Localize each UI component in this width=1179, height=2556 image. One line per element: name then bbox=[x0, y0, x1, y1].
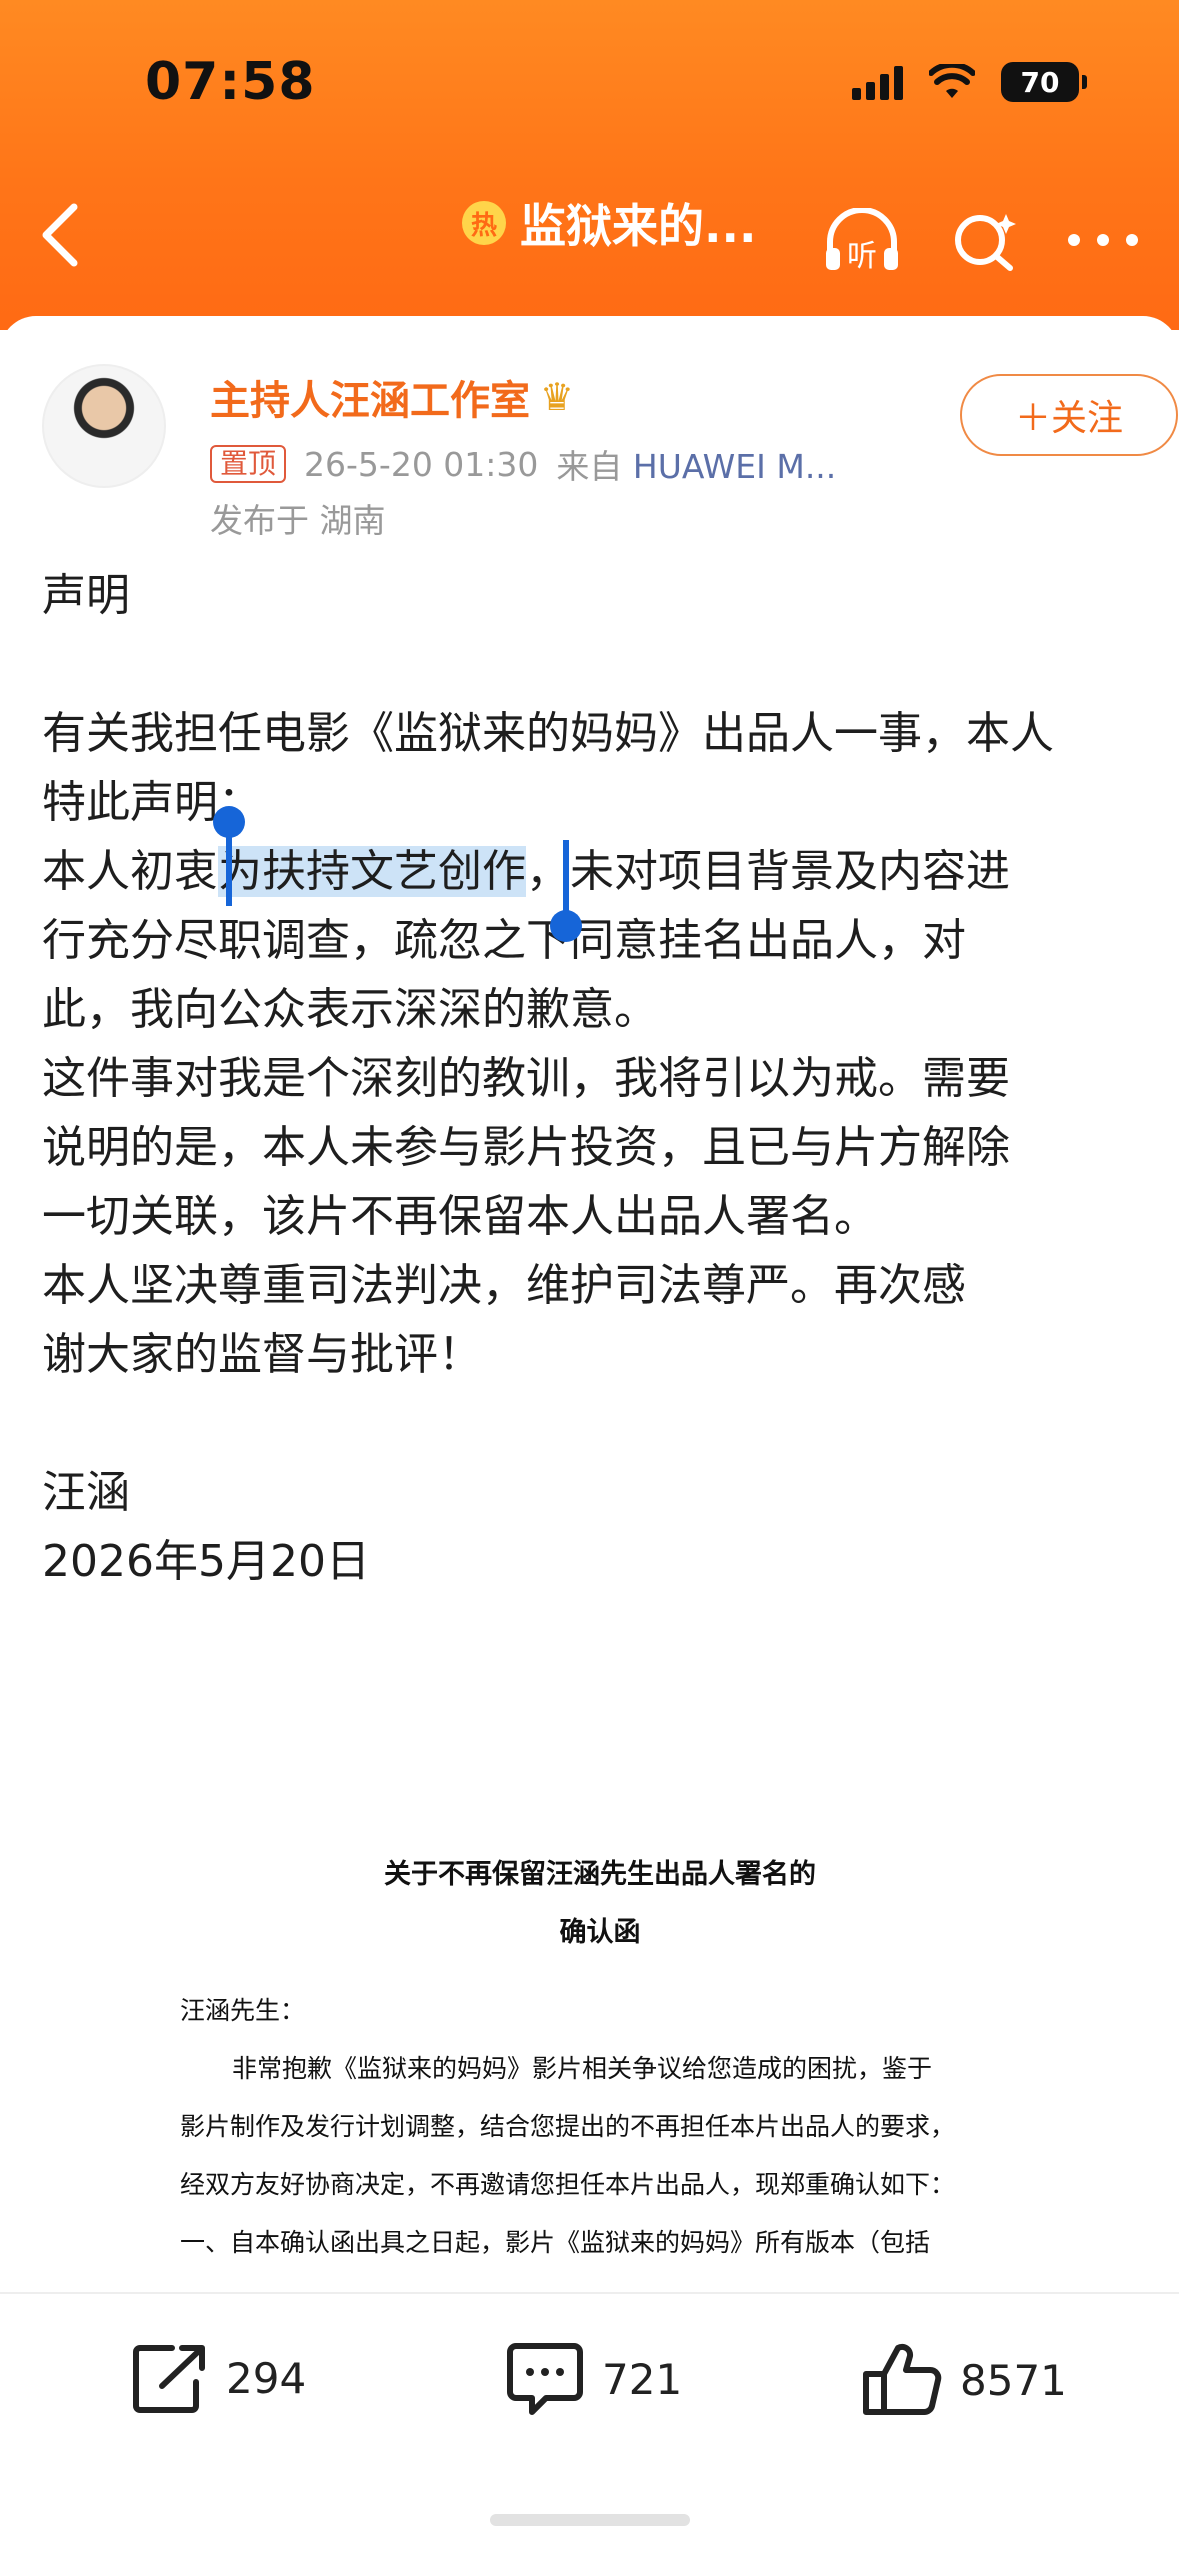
listen-label: 听 bbox=[847, 239, 877, 274]
more-button[interactable] bbox=[1068, 230, 1138, 250]
post-line: 本人初衷为扶持文艺创作，未对项目背景及内容进 bbox=[42, 837, 1142, 906]
like-count: 8571 bbox=[960, 2355, 1067, 2405]
app-header: 07:58 70 热 监狱来的... 听 bbox=[0, 0, 1179, 330]
like-button[interactable]: 8571 bbox=[862, 2342, 1067, 2418]
source-prefix: 来自 bbox=[556, 447, 623, 486]
post-text-segment: 本人初衷 bbox=[42, 846, 218, 897]
post-body[interactable]: 声明 有关我担任电影《监狱来的妈妈》出品人一事，本人 特此声明： 本人初衷为扶持… bbox=[42, 561, 1142, 1596]
more-dot-icon bbox=[1068, 234, 1080, 246]
post-line: 行充分尽职调查，疏忽之下同意挂名出品人，对 bbox=[42, 915, 966, 966]
post-line bbox=[42, 1389, 1142, 1458]
post-line: 谢大家的监督与批评！ bbox=[42, 1329, 482, 1380]
post-line: 这件事对我是个深刻的教训，我将引以为戒。需要 bbox=[42, 1053, 1010, 1104]
home-indicator[interactable] bbox=[490, 2514, 690, 2526]
status-indicators: 70 bbox=[852, 62, 1087, 102]
post-line: 声明 bbox=[42, 570, 130, 621]
post-line: 一切关联，该片不再保留本人出品人署名。 bbox=[42, 1191, 878, 1242]
comment-count: 721 bbox=[602, 2354, 683, 2404]
search-button[interactable] bbox=[950, 208, 1020, 274]
letter-body: 汪涵先生： 非常抱歉《监狱来的妈妈》影片相关争议给您造成的困扰，鉴于 影片制作及… bbox=[180, 1982, 1020, 2272]
share-count: 294 bbox=[226, 2353, 307, 2403]
follow-button[interactable]: ＋关注 bbox=[960, 374, 1178, 456]
selection-end-handle[interactable] bbox=[550, 840, 582, 942]
listen-button[interactable]: 听 bbox=[822, 207, 902, 274]
source-device[interactable]: HUAWEI M... bbox=[633, 447, 836, 486]
post-location: 发布于 湖南 bbox=[210, 501, 386, 540]
page-title: 监狱来的... bbox=[520, 199, 757, 253]
post-line: 此，我向公众表示深深的歉意。 bbox=[42, 984, 658, 1035]
hot-topic-icon: 热 bbox=[462, 201, 506, 245]
post-line: 说明的是，本人未参与影片投资，且已与片方解除 bbox=[42, 1122, 1010, 1173]
letter-subtitle: 确认函 bbox=[559, 1917, 641, 1948]
post-line: 特此声明： bbox=[42, 777, 262, 828]
headphones-icon: 听 bbox=[826, 207, 898, 274]
letter-line: 一、自本确认函出具之日起，影片《监狱来的妈妈》所有版本（包括 bbox=[180, 2228, 931, 2257]
post-line: 汪涵 bbox=[42, 1467, 130, 1518]
thumbs-up-icon bbox=[863, 2343, 942, 2415]
share-icon bbox=[133, 2345, 205, 2413]
post-line: 有关我担任电影《监狱来的妈妈》出品人一事，本人 bbox=[42, 708, 1054, 759]
post-line: 本人坚决尊重司法判决，维护司法尊严。再次感 bbox=[42, 1260, 966, 1311]
post-timestamp: 26-5-20 01:30 bbox=[304, 444, 539, 484]
letter-greeting: 汪涵先生： bbox=[180, 1996, 306, 2025]
share-button[interactable]: 294 bbox=[132, 2342, 306, 2414]
avatar[interactable] bbox=[42, 364, 166, 488]
search-icon bbox=[955, 214, 1016, 271]
bottom-action-bar: 294 721 8571 bbox=[0, 2292, 1179, 2556]
selection-start-handle[interactable] bbox=[213, 806, 245, 906]
letter-line: 影片制作及发行计划调整，结合您提出的不再担任本片出品人的要求， bbox=[180, 2112, 956, 2141]
more-dot-icon bbox=[1097, 234, 1109, 246]
post-line: 2026年5月20日 bbox=[42, 1536, 370, 1587]
selected-text[interactable]: 为扶持文艺创作 bbox=[218, 846, 526, 897]
letter-line: 经双方友好协商决定，不再邀请您担任本片出品人，现郑重确认如下： bbox=[180, 2170, 956, 2199]
post-line bbox=[42, 630, 1142, 699]
back-button[interactable] bbox=[30, 200, 90, 270]
comment-button[interactable]: 721 bbox=[506, 2342, 682, 2416]
battery-icon: 70 bbox=[1001, 62, 1087, 102]
cellular-signal-icon bbox=[852, 64, 903, 100]
chevron-left-icon bbox=[42, 203, 78, 267]
nav-title-group: 热 监狱来的... bbox=[462, 190, 756, 256]
author-name[interactable]: 主持人汪涵工作室 ♛ bbox=[210, 368, 574, 426]
letter-line: 非常抱歉《监狱来的妈妈》影片相关争议给您造成的困扰，鉴于 bbox=[232, 2054, 933, 2083]
attached-letter-image[interactable]: 关于不再保留汪涵先生出品人署名的 确认函 汪涵先生： 非常抱歉《监狱来的妈妈》影… bbox=[180, 1846, 1020, 2272]
status-time: 07:58 bbox=[145, 52, 316, 112]
post-card: 主持人汪涵工作室 ♛ 置顶 26-5-20 01:30 来自 HUAWEI M.… bbox=[0, 316, 1179, 2286]
post-text-segment: ，未对项目背景及内容进 bbox=[526, 846, 1010, 897]
wifi-icon bbox=[929, 64, 975, 98]
author-label: 主持人汪涵工作室 bbox=[210, 378, 530, 424]
pinned-badge: 置顶 bbox=[210, 445, 287, 483]
comment-icon bbox=[507, 2343, 583, 2415]
letter-title: 关于不再保留汪涵先生出品人署名的 bbox=[384, 1859, 816, 1890]
post-meta: 置顶 26-5-20 01:30 来自 HUAWEI M... bbox=[210, 440, 836, 488]
more-dot-icon bbox=[1126, 234, 1138, 246]
crown-icon: ♛ bbox=[540, 375, 575, 419]
